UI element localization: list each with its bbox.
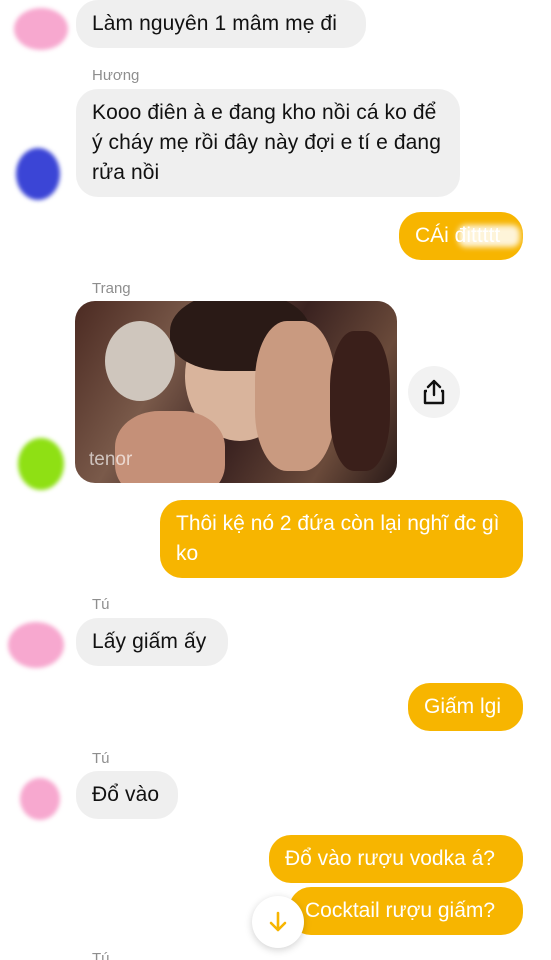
share-icon <box>423 379 445 405</box>
message-bubble-incoming[interactable]: Kooo điên à e đang kho nồi cá ko để ý ch… <box>76 89 460 197</box>
gif-figure <box>105 321 175 401</box>
share-button[interactable] <box>408 366 460 418</box>
sender-name: Tú <box>92 596 110 613</box>
sender-name: Tú <box>92 750 110 767</box>
avatar[interactable] <box>14 8 68 50</box>
message-bubble-incoming[interactable]: Lấy giấm ấy <box>76 618 228 666</box>
gif-message[interactable]: tenor <box>75 301 397 483</box>
message-bubble-incoming[interactable]: Làm nguyên 1 mâm mẹ đi <box>76 0 366 48</box>
message-bubble-incoming[interactable]: Đổ vào <box>76 771 178 819</box>
message-bubble-outgoing[interactable]: Thôi kệ nó 2 đứa còn lại nghĩ đc gì ko <box>160 500 523 578</box>
gif-figure <box>115 411 225 483</box>
avatar[interactable] <box>20 778 60 820</box>
scroll-to-bottom-button[interactable] <box>252 896 304 948</box>
gif-watermark: tenor <box>89 449 133 470</box>
scribble-overlay <box>458 225 520 247</box>
message-bubble-outgoing[interactable]: Giấm lgi <box>408 683 523 731</box>
sender-name: Trang <box>92 280 131 297</box>
gif-figure <box>330 331 390 471</box>
avatar[interactable] <box>18 438 64 490</box>
gif-figure <box>255 321 335 471</box>
avatar[interactable] <box>16 148 60 200</box>
avatar[interactable] <box>8 622 64 668</box>
sender-name: Tú <box>92 950 110 960</box>
message-bubble-outgoing[interactable]: Cocktail rượu giấm? <box>289 887 523 935</box>
message-bubble-outgoing[interactable]: Đổ vào rượu vodka á? <box>269 835 523 883</box>
arrow-down-icon <box>269 911 287 932</box>
sender-name: Hương <box>92 67 140 84</box>
